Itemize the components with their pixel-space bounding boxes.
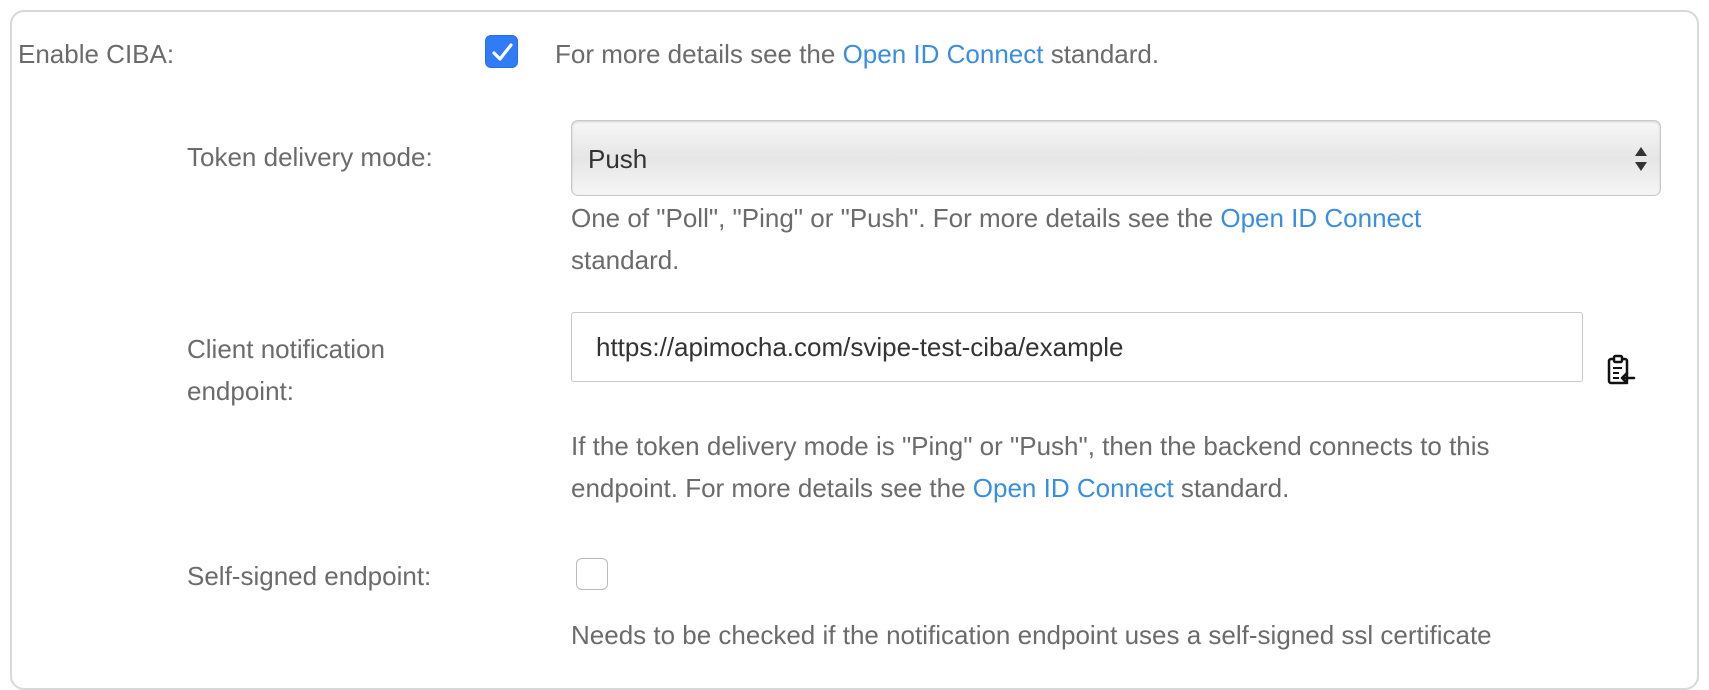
clipboard-paste-icon[interactable] [1605, 354, 1637, 388]
enable-ciba-label: Enable CIBA: [18, 39, 175, 69]
open-id-connect-link[interactable]: Open ID Connect [843, 39, 1044, 69]
self-signed-endpoint-label: Self-signed endpoint: [187, 561, 432, 591]
enable-ciba-checkbox[interactable] [485, 35, 518, 68]
client-notification-help: If the token delivery mode is "Ping" or … [571, 431, 1490, 461]
self-signed-endpoint-help: Needs to be checked if the notification … [571, 620, 1492, 650]
open-id-connect-link[interactable]: Open ID Connect [1220, 203, 1421, 233]
enable-ciba-help: For more details see the Open ID Connect… [555, 39, 1160, 69]
open-id-connect-link[interactable]: Open ID Connect [973, 473, 1174, 503]
token-delivery-help: One of "Poll", "Ping" or "Push". For mor… [571, 203, 1422, 233]
token-delivery-mode-select[interactable]: Push [571, 120, 1661, 196]
checkmark-icon [492, 43, 513, 61]
select-arrows-icon [1635, 147, 1647, 171]
client-notification-help-line2: endpoint. For more details see the Open … [571, 473, 1290, 503]
token-delivery-mode-value: Push [588, 144, 648, 174]
token-delivery-help-line2: standard. [571, 245, 680, 275]
client-notification-endpoint-label-line2: endpoint: [187, 376, 294, 406]
token-delivery-mode-label: Token delivery mode: [187, 142, 433, 172]
self-signed-endpoint-checkbox[interactable] [576, 558, 608, 590]
client-notification-endpoint-label: Client notification [187, 334, 385, 364]
client-notification-endpoint-input[interactable] [571, 312, 1583, 382]
